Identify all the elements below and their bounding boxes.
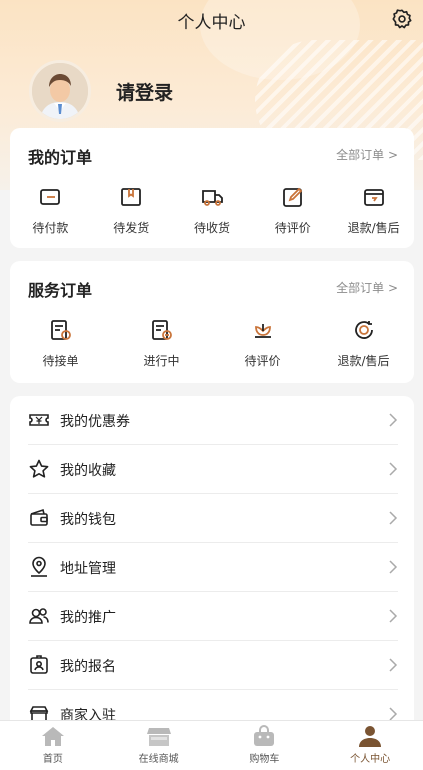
order-pending-shipment[interactable]: 待发货 (91, 184, 172, 244)
tab-label: 个人中心 (350, 754, 391, 765)
tab-label: 首页 (42, 754, 63, 765)
id-badge-icon (30, 655, 48, 674)
menu-item-label: 我的推广 (60, 610, 116, 626)
bottom-tab-bar: 首页 在线商城 购物车 个人中心 (0, 720, 423, 770)
service-in-progress-label: 进行中 (143, 354, 180, 368)
chevron-right-icon (389, 413, 398, 427)
bag-icon (254, 725, 275, 746)
menu-item-promotion[interactable]: 我的推广 (10, 592, 414, 641)
tab-label: 购物车 (249, 754, 280, 765)
package-box-icon (121, 188, 142, 206)
menu-item-wallet[interactable]: 我的钱包 (10, 494, 414, 543)
menu-item-registration[interactable]: 我的报名 (10, 641, 414, 690)
order-pending-payment-label: 待付款 (32, 221, 69, 235)
user-avatar-icon (32, 63, 88, 119)
service-orders-all-link[interactable]: 全部订单 > (336, 279, 398, 296)
wallet-icon (30, 508, 48, 526)
chevron-right-icon (389, 560, 398, 574)
service-in-progress[interactable]: 进行中 (111, 317, 212, 377)
service-pending-review[interactable]: 待评价 (212, 317, 313, 377)
menu-item-address[interactable]: 地址管理 (10, 543, 414, 592)
order-pending-review-label: 待评价 (274, 221, 311, 235)
chevron-right-icon (389, 609, 398, 623)
service-orders-title: 服务订单 (28, 281, 93, 300)
menu-item-favorites[interactable]: 我的收藏 (10, 445, 414, 494)
service-pending-accept-label: 待接单 (42, 354, 79, 368)
delivery-truck-icon (202, 190, 223, 206)
menu-item-label: 我的钱包 (60, 512, 116, 528)
edit-review-icon (282, 187, 303, 207)
home-icon (41, 727, 64, 746)
flower-review-icon (254, 324, 271, 338)
order-pending-shipment-label: 待发货 (113, 221, 150, 235)
menu-item-label: 地址管理 (60, 561, 116, 577)
service-refund[interactable]: 退款/售后 (313, 317, 414, 377)
order-refund-label: 退款/售后 (347, 221, 400, 235)
chevron-right-icon (389, 658, 398, 672)
tab-profile[interactable]: 个人中心 (317, 721, 423, 770)
refund-box-icon (363, 189, 384, 206)
order-pending-payment[interactable]: 待付款 (10, 184, 91, 244)
chevron-right-icon (389, 462, 398, 476)
my-orders-card: 我的订单 全部订单 > 待付款 待发货 待收货 待评价 退款/售后 (10, 128, 414, 248)
refund-coin-icon (354, 321, 373, 339)
page-title: 个人中心 (177, 13, 246, 33)
menu-item-label: 我的收藏 (60, 463, 116, 479)
menu-item-label: 我的优惠券 (60, 414, 130, 430)
service-refund-label: 退款/售后 (337, 354, 390, 368)
service-pending-review-label: 待评价 (244, 354, 281, 368)
menu-item-label: 我的报名 (60, 659, 116, 675)
tab-cart[interactable]: 购物车 (212, 721, 318, 770)
login-link[interactable]: 请登录 (116, 78, 173, 105)
coupon-icon (29, 414, 49, 426)
star-icon (29, 459, 49, 478)
my-orders-all-link[interactable]: 全部订单 > (336, 146, 398, 163)
service-orders-card: 服务订单 全部订单 > 待接单 进行中 待评价 退款/售后 (10, 261, 414, 383)
avatar[interactable] (29, 60, 91, 122)
gear-icon[interactable] (391, 8, 413, 30)
menu-item-coupons[interactable]: 我的优惠券 (10, 396, 414, 445)
order-pending-receipt-label: 待收货 (193, 221, 230, 235)
location-icon (31, 556, 47, 577)
person-icon (359, 726, 382, 747)
service-pending-accept[interactable]: 待接单 (10, 317, 111, 377)
chevron-right-icon (389, 511, 398, 525)
settings-menu: 我的优惠券 我的收藏 我的钱包 地址管理 我的推广 我的报名 商家入驻 (10, 396, 414, 726)
pending-order-icon (50, 320, 71, 340)
users-icon (29, 608, 49, 624)
my-orders-title: 我的订单 (28, 148, 93, 167)
order-pending-review[interactable]: 待评价 (252, 184, 333, 244)
tab-label: 在线商城 (138, 754, 179, 765)
in-progress-icon (151, 320, 172, 340)
order-refund[interactable]: 退款/售后 (333, 184, 414, 244)
tab-shop[interactable]: 在线商城 (106, 721, 212, 770)
tab-home[interactable]: 首页 (0, 721, 106, 770)
wallet-card-icon (40, 189, 61, 205)
shop-icon (146, 728, 171, 746)
order-pending-receipt[interactable]: 待收货 (172, 184, 253, 244)
